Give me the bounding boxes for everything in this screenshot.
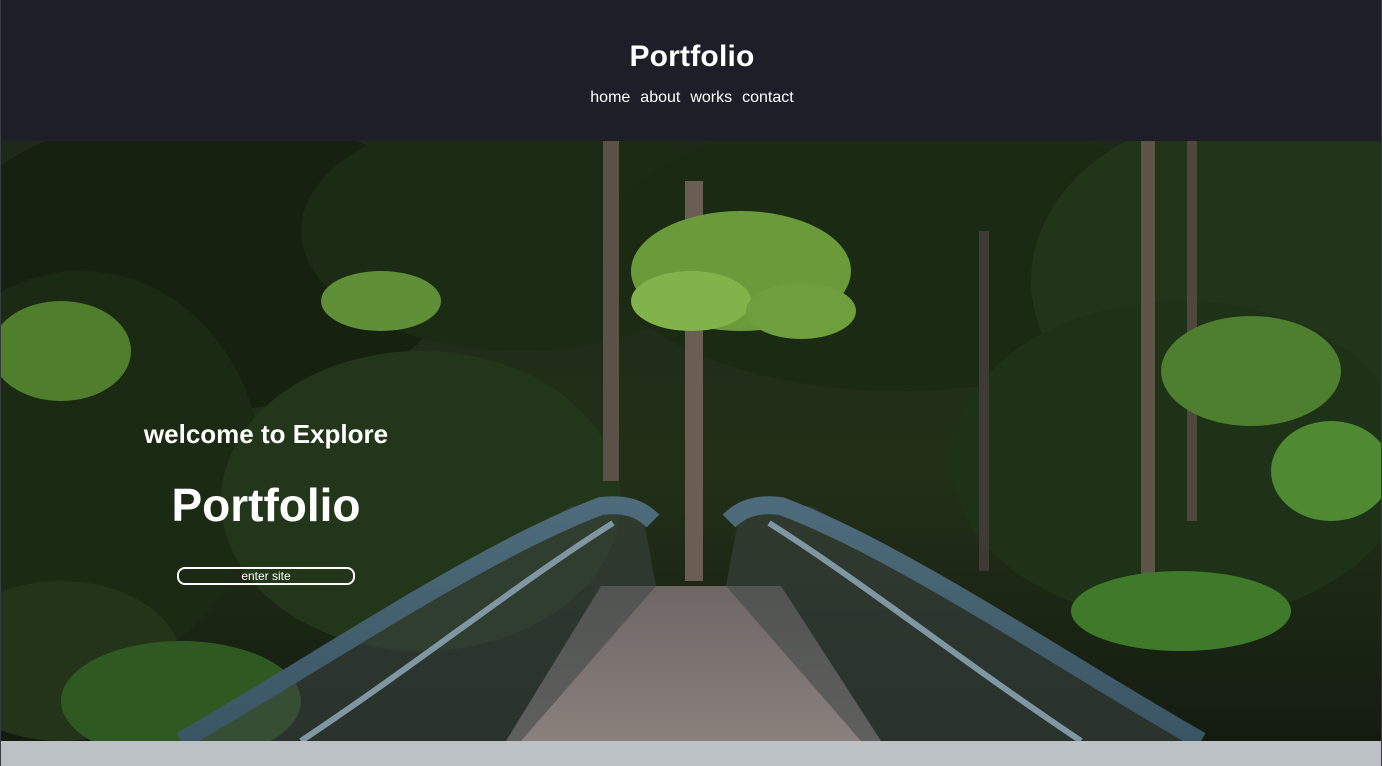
page: Portfolio home about works contact welco… <box>0 0 1382 766</box>
hero-section: welcome to Explore Portfolio enter site <box>1 141 1381 741</box>
nav-link-home[interactable]: home <box>590 88 630 108</box>
site-title: Portfolio <box>629 40 755 73</box>
nav-link-works[interactable]: works <box>690 88 732 108</box>
enter-site-button[interactable]: enter site <box>177 567 355 585</box>
site-header: Portfolio home about works contact <box>1 0 1381 141</box>
hero-heading: welcome to Explore <box>143 419 389 449</box>
nav-link-contact[interactable]: contact <box>742 88 794 108</box>
hero-title: Portfolio <box>171 479 361 531</box>
nav-link-about[interactable]: about <box>640 88 680 108</box>
bottom-overlay-bar <box>1 741 1381 766</box>
main-nav: home about works contact <box>1 88 1381 108</box>
